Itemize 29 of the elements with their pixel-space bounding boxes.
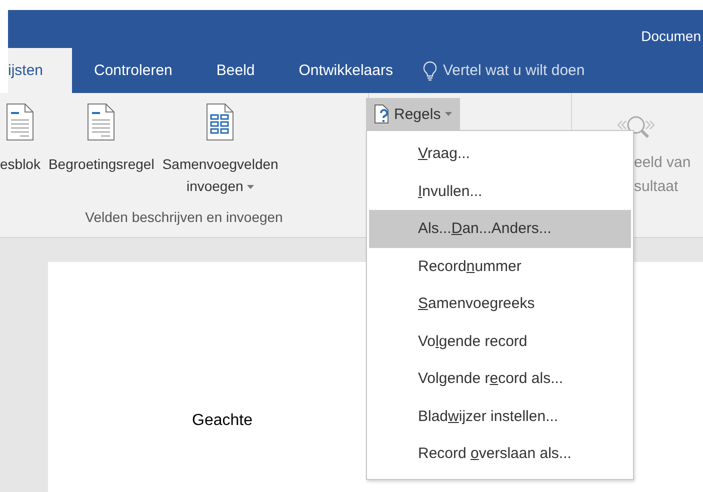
ribbon-button[interactable]: Begroetingsregel	[46, 103, 156, 209]
ribbon-tab[interactable]: Controleren	[72, 48, 194, 93]
menu-item[interactable]: Samenvoegreeks	[369, 285, 631, 322]
document-text: Geachte	[192, 412, 252, 429]
rules-button[interactable]: Regels	[366, 98, 460, 130]
preview-label: sultaat	[634, 177, 680, 197]
window-title: Documen	[641, 28, 701, 46]
document-grid-icon	[206, 103, 234, 141]
ribbon-tab[interactable]: Ontwikkelaars	[276, 48, 415, 93]
document-icon	[6, 103, 34, 141]
ribbon-button[interactable]: esblok	[0, 103, 42, 209]
document-question-icon	[374, 104, 390, 124]
ribbon-tab[interactable]: Beeld	[194, 48, 277, 93]
lightbulb-icon	[422, 60, 437, 80]
preview-label: eeld van	[634, 153, 692, 173]
menu-item[interactable]: Volgende record als...	[369, 360, 631, 398]
menu-item[interactable]: Volgende record	[369, 322, 631, 360]
ribbon-button[interactable]: Samenvoegvelden invoegen	[160, 103, 280, 209]
menu-item[interactable]: Als...Dan...Anders...	[369, 210, 631, 248]
tell-me-field[interactable]: Vertel wat u wilt doen	[442, 62, 585, 79]
menu-item[interactable]: Bladwijzer instellen...	[369, 398, 631, 435]
menu-item[interactable]: Recordnummer	[369, 248, 631, 285]
group-label: Velden beschrijven en invoegen	[84, 209, 284, 227]
ribbon-tab[interactable]: ijsten	[8, 48, 72, 93]
document-icon	[87, 103, 116, 141]
menu-item[interactable]: Vraag...	[369, 135, 631, 172]
menu-item[interactable]: Invullen...	[369, 172, 631, 210]
caret-icon	[444, 112, 452, 116]
menu-item[interactable]: Record overslaan als...	[369, 435, 631, 472]
